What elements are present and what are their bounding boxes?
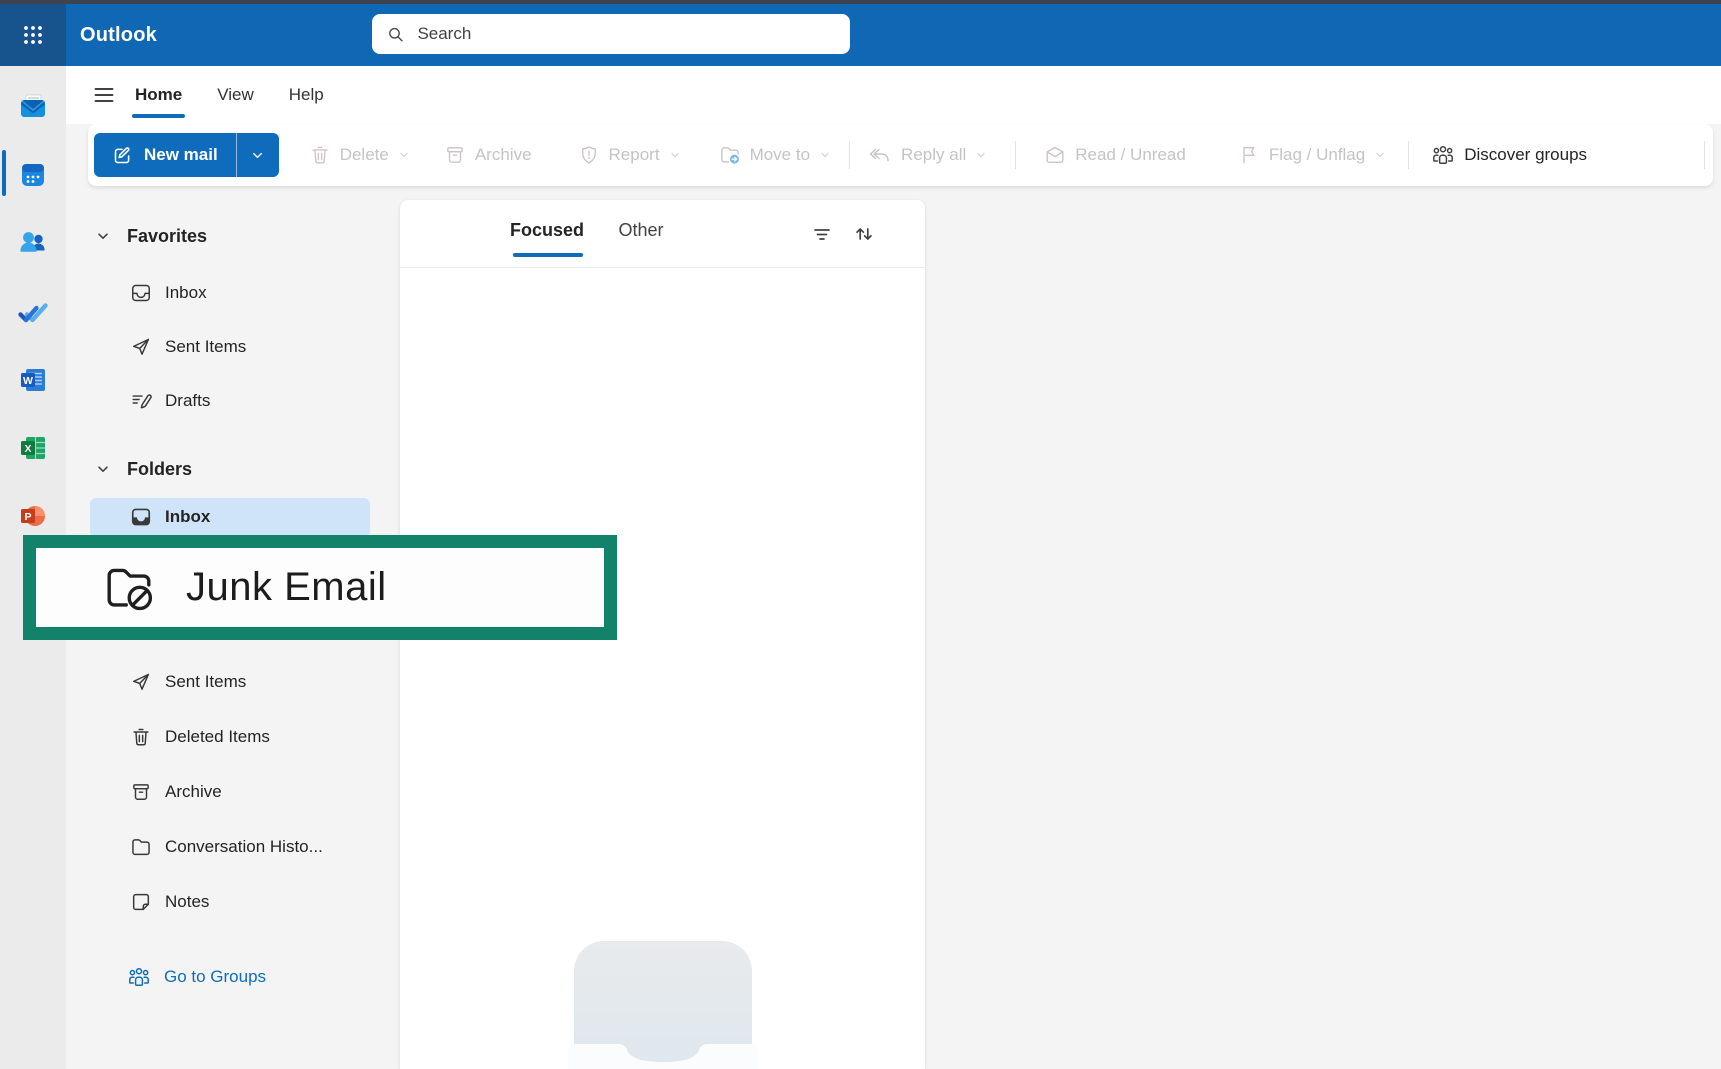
search-box[interactable] <box>372 14 850 54</box>
archive-label: Archive <box>475 145 532 165</box>
archive-button[interactable]: Archive <box>444 144 532 166</box>
favorite-drafts-label: Drafts <box>165 391 210 411</box>
rail-calendar-icon[interactable] <box>18 160 48 190</box>
folder-deleted-label: Deleted Items <box>165 727 270 747</box>
go-to-groups-link[interactable]: Go to Groups <box>66 959 400 995</box>
inbox-filled-icon <box>130 506 152 528</box>
favorite-inbox-label: Inbox <box>165 283 207 303</box>
folder-notes[interactable]: Notes <box>66 883 400 921</box>
move-to-button[interactable]: Move to <box>719 144 831 166</box>
trash-icon <box>130 726 152 748</box>
folders-title: Folders <box>127 459 192 480</box>
reply-all-button[interactable]: Reply all <box>868 143 987 167</box>
archive-icon <box>130 781 152 803</box>
folder-archive[interactable]: Archive <box>66 773 400 811</box>
chevron-down-icon <box>975 149 987 161</box>
folder-prohibited-icon <box>102 561 156 615</box>
folder-conversation-history[interactable]: Conversation Histo... <box>66 828 400 866</box>
flag-icon <box>1238 144 1260 166</box>
svg-text:X: X <box>24 443 31 455</box>
rail-people-icon[interactable] <box>18 228 48 258</box>
folder-inbox-label: Inbox <box>165 507 210 527</box>
svg-text:W: W <box>23 375 33 387</box>
empty-inbox-illustration <box>568 937 758 1069</box>
rail-excel-icon[interactable]: X <box>18 433 48 463</box>
chevron-down-icon <box>669 149 681 161</box>
focused-tab-underline <box>513 253 583 257</box>
discover-groups-label: Discover groups <box>1464 145 1587 165</box>
read-unread-button[interactable]: Read / Unread <box>1044 144 1186 166</box>
toolbar-separator <box>849 141 850 169</box>
chevron-down-icon <box>819 149 831 161</box>
archive-icon <box>444 144 466 166</box>
rail-selection-indicator <box>2 150 6 196</box>
shield-warning-icon <box>578 144 600 166</box>
filter-button[interactable] <box>810 222 834 246</box>
folder-sent-items[interactable]: Sent Items <box>66 663 400 701</box>
folder-deleted-items[interactable]: Deleted Items <box>66 718 400 756</box>
discover-groups-button[interactable]: Discover groups <box>1431 143 1587 167</box>
annotation-label: Junk Email <box>186 565 387 610</box>
folder-notes-label: Notes <box>165 892 209 912</box>
toolbar-separator <box>1704 141 1705 169</box>
tab-focused[interactable]: Focused <box>505 220 589 241</box>
move-to-label: Move to <box>750 145 810 165</box>
chevron-down-icon <box>1374 149 1386 161</box>
sort-arrows-icon <box>852 222 876 246</box>
rail-word-icon[interactable]: W <box>18 365 48 395</box>
rail-powerpoint-icon[interactable]: P <box>18 501 48 531</box>
favorites-section-header[interactable]: Favorites <box>66 221 400 251</box>
go-to-groups-label: Go to Groups <box>164 967 266 987</box>
favorite-inbox[interactable]: Inbox <box>66 274 400 312</box>
folders-section-header[interactable]: Folders <box>66 454 400 484</box>
folder-sent-label: Sent Items <box>165 672 246 692</box>
read-unread-label: Read / Unread <box>1075 145 1186 165</box>
search-input[interactable] <box>415 23 836 45</box>
sort-button[interactable] <box>852 222 876 246</box>
folder-arrow-icon <box>719 144 741 166</box>
flag-unflag-label: Flag / Unflag <box>1269 145 1365 165</box>
app-launcher-button[interactable] <box>0 4 66 66</box>
people-community-icon <box>1431 143 1455 167</box>
rail-outlook-mail-icon[interactable] <box>18 92 48 122</box>
favorite-sent-label: Sent Items <box>165 337 246 357</box>
waffle-icon <box>22 24 44 46</box>
toolbar-separator <box>1015 141 1016 169</box>
chevron-down-icon <box>96 462 110 476</box>
drafts-icon <box>130 390 152 412</box>
inbox-icon <box>130 282 152 304</box>
report-button[interactable]: Report <box>578 144 681 166</box>
folder-inbox[interactable]: Inbox <box>66 498 400 536</box>
toolbar-separator <box>1408 141 1409 169</box>
people-community-icon <box>127 965 151 989</box>
chevron-down-icon <box>96 229 110 243</box>
reply-all-label: Reply all <box>901 145 966 165</box>
folder-icon <box>130 836 152 858</box>
send-icon <box>130 671 152 693</box>
note-icon <box>130 891 152 913</box>
outlook-window: Outlook <box>0 0 1721 1069</box>
favorites-title: Favorites <box>127 226 207 247</box>
junk-email-annotation[interactable]: Junk Email <box>23 535 617 640</box>
tab-other[interactable]: Other <box>612 220 670 241</box>
reply-all-icon <box>868 143 892 167</box>
svg-text:P: P <box>24 511 31 523</box>
favorite-drafts[interactable]: Drafts <box>66 382 400 420</box>
folder-convhist-label: Conversation Histo... <box>165 837 323 857</box>
mail-read-icon <box>1044 144 1066 166</box>
filter-icon <box>810 222 834 246</box>
rail-todo-icon[interactable] <box>18 296 48 326</box>
message-list-tabs: Focused Other <box>400 200 925 268</box>
flag-unflag-button[interactable]: Flag / Unflag <box>1238 144 1386 166</box>
send-icon <box>130 336 152 358</box>
folder-archive-label: Archive <box>165 782 222 802</box>
report-label: Report <box>609 145 660 165</box>
favorite-sent-items[interactable]: Sent Items <box>66 328 400 366</box>
